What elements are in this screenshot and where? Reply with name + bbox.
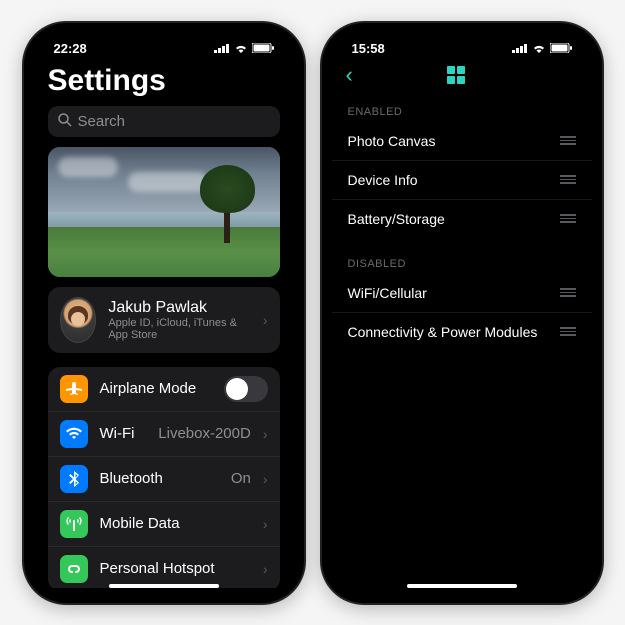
wifi-status-icon: [532, 43, 546, 53]
page-title: Settings: [48, 64, 280, 98]
row-label: Wi-Fi: [100, 425, 147, 442]
notch: [397, 23, 527, 47]
battery-icon: [550, 43, 572, 53]
chevron-right-icon: ›: [263, 471, 268, 487]
airplane-toggle[interactable]: [224, 376, 268, 402]
row-label: Mobile Data: [100, 515, 251, 532]
nav-bar: ‹: [332, 58, 592, 98]
row-bluetooth[interactable]: Bluetooth On ›: [48, 457, 280, 502]
chevron-right-icon: ›: [263, 561, 268, 577]
row-value: Livebox-200D: [158, 425, 251, 442]
search-placeholder: Search: [78, 113, 126, 130]
list-item[interactable]: WiFi/Cellular: [332, 274, 592, 313]
item-label: Device Info: [348, 172, 418, 188]
item-label: Photo Canvas: [348, 133, 436, 149]
status-time: 22:28: [54, 41, 87, 56]
disabled-list: WiFi/Cellular Connectivity & Power Modul…: [332, 274, 592, 351]
screen-modules: 15:58 ‹ ENABLED Photo Canvas Device Info: [332, 33, 592, 593]
status-indicators: [214, 43, 274, 53]
grid-icon[interactable]: [447, 66, 465, 84]
wifi-status-icon: [234, 43, 248, 53]
wifi-icon: [60, 420, 88, 448]
photo-canvas-widget[interactable]: [48, 147, 280, 277]
search-icon: [58, 113, 72, 130]
drag-handle-icon[interactable]: [560, 327, 576, 336]
airplane-icon: [60, 375, 88, 403]
antenna-icon: [60, 510, 88, 538]
screen-settings: 22:28 Settings Search: [34, 33, 294, 593]
drag-handle-icon[interactable]: [560, 136, 576, 145]
drag-handle-icon[interactable]: [560, 175, 576, 184]
phone-right: 15:58 ‹ ENABLED Photo Canvas Device Info: [322, 23, 602, 603]
row-wifi[interactable]: Wi-Fi Livebox-200D ›: [48, 412, 280, 457]
battery-icon: [252, 43, 274, 53]
home-indicator[interactable]: [407, 584, 517, 588]
chevron-right-icon: ›: [263, 312, 268, 328]
back-button[interactable]: ‹: [346, 62, 353, 88]
row-personal-hotspot[interactable]: Personal Hotspot ›: [48, 547, 280, 588]
chevron-right-icon: ›: [263, 516, 268, 532]
avatar: [60, 297, 97, 343]
list-item[interactable]: Device Info: [332, 161, 592, 200]
row-mobile-data[interactable]: Mobile Data ›: [48, 502, 280, 547]
row-value: On: [231, 470, 251, 487]
search-input[interactable]: Search: [48, 106, 280, 137]
chevron-right-icon: ›: [263, 426, 268, 442]
row-label: Personal Hotspot: [100, 560, 251, 577]
bluetooth-icon: [60, 465, 88, 493]
settings-group-connectivity: Airplane Mode Wi-Fi Livebox-200D › Bluet…: [48, 367, 280, 588]
item-label: Connectivity & Power Modules: [348, 324, 538, 340]
item-label: WiFi/Cellular: [348, 285, 427, 301]
profile-name: Jakub Pawlak: [108, 299, 251, 317]
section-header-disabled: DISABLED: [332, 250, 592, 274]
notch: [99, 23, 229, 47]
profile-subtitle: Apple ID, iCloud, iTunes & App Store: [108, 317, 251, 341]
list-item[interactable]: Connectivity & Power Modules: [332, 313, 592, 351]
home-indicator[interactable]: [109, 584, 219, 588]
list-item[interactable]: Battery/Storage: [332, 200, 592, 238]
row-airplane-mode[interactable]: Airplane Mode: [48, 367, 280, 412]
status-indicators: [512, 43, 572, 53]
phone-left: 22:28 Settings Search: [24, 23, 304, 603]
section-header-enabled: ENABLED: [332, 98, 592, 122]
item-label: Battery/Storage: [348, 211, 445, 227]
link-icon: [60, 555, 88, 583]
drag-handle-icon[interactable]: [560, 288, 576, 297]
row-label: Airplane Mode: [100, 380, 212, 397]
drag-handle-icon[interactable]: [560, 214, 576, 223]
list-item[interactable]: Photo Canvas: [332, 122, 592, 161]
apple-id-row[interactable]: Jakub Pawlak Apple ID, iCloud, iTunes & …: [48, 287, 280, 353]
row-label: Bluetooth: [100, 470, 219, 487]
status-time: 15:58: [352, 41, 385, 56]
enabled-list: Photo Canvas Device Info Battery/Storage: [332, 122, 592, 238]
